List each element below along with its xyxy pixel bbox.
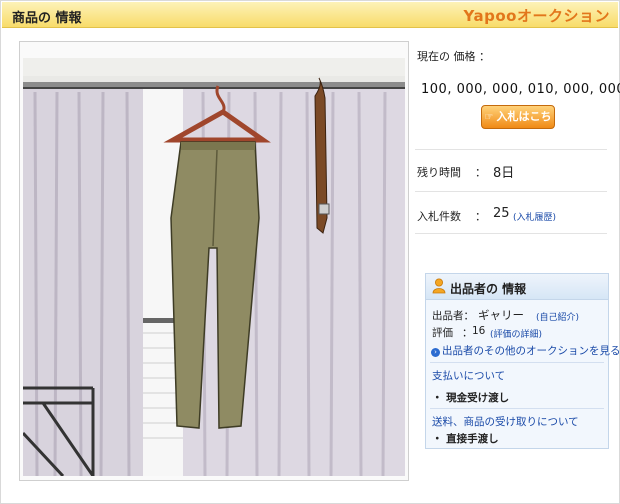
remaining-time-value: 8日 bbox=[493, 166, 515, 181]
seller-profile-link[interactable]: (自己紹介) bbox=[536, 310, 579, 323]
item-image-box bbox=[19, 41, 409, 481]
seller-panel-title: 出品者の 情報 bbox=[450, 282, 527, 296]
divider bbox=[430, 362, 604, 363]
divider bbox=[415, 233, 607, 234]
bid-count-value: 25 bbox=[493, 206, 510, 221]
bid-count-label: 入札件数 bbox=[417, 210, 461, 223]
circle-arrow-icon: › bbox=[431, 348, 440, 357]
payment-method: ・ 現金受け渡し bbox=[432, 392, 510, 404]
seller-info-panel: 出品者の 情報 出品者： ギャリー (自己紹介) 評価 ： 16 (評価の詳細)… bbox=[425, 273, 620, 449]
seller-rating-colon: ： bbox=[462, 327, 473, 339]
page-title: 商品の 情報 bbox=[12, 11, 82, 26]
other-auctions-link[interactable]: › 出品者のその他のオークションを見る bbox=[431, 343, 620, 358]
seller-rating-label: 評価 bbox=[432, 327, 453, 339]
divider bbox=[415, 149, 607, 150]
price-label: 現在の 価格 ： bbox=[417, 50, 490, 63]
brand-logo[interactable]: Yapooオークション bbox=[464, 5, 610, 26]
other-auctions-link-label: 出品者のその他のオークションを見る bbox=[442, 345, 620, 357]
seller-name-value: ギャリー bbox=[478, 308, 524, 322]
hand-pointer-icon: ☞ bbox=[484, 112, 494, 123]
bid-count-colon: ： bbox=[475, 210, 486, 223]
remaining-time-label: 残り時間 bbox=[417, 166, 461, 179]
bid-button[interactable]: ☞ 入札はこちら bbox=[481, 105, 555, 146]
auction-page: 商品の 情報 Yapooオークション 現在の 価格 ： 100, 000, 00… bbox=[0, 0, 620, 504]
seller-panel-header: 出品者の 情報 bbox=[426, 274, 608, 300]
item-photo bbox=[23, 58, 405, 476]
seller-rating-link[interactable]: (評価の詳細) bbox=[490, 327, 542, 340]
bid-history-link[interactable]: (入札履歴) bbox=[513, 210, 556, 223]
remaining-time-colon: ： bbox=[475, 166, 486, 179]
payment-link[interactable]: 支払いについて bbox=[432, 368, 505, 383]
page-header: 商品の 情報 Yapooオークション bbox=[2, 2, 618, 28]
divider bbox=[415, 191, 607, 192]
shipping-method: ・ 直接手渡し bbox=[432, 433, 499, 445]
price-value: 100, 000, 000, 010, 000, 000円 bbox=[421, 82, 620, 97]
bid-button-label: 入札はこちら bbox=[496, 110, 552, 146]
person-icon bbox=[432, 278, 446, 294]
seller-rating-value: 16 bbox=[472, 325, 486, 337]
seller-name-label: 出品者： bbox=[432, 310, 474, 322]
shipping-link[interactable]: 送料、商品の受け取りについて bbox=[432, 414, 579, 429]
divider bbox=[430, 408, 604, 409]
